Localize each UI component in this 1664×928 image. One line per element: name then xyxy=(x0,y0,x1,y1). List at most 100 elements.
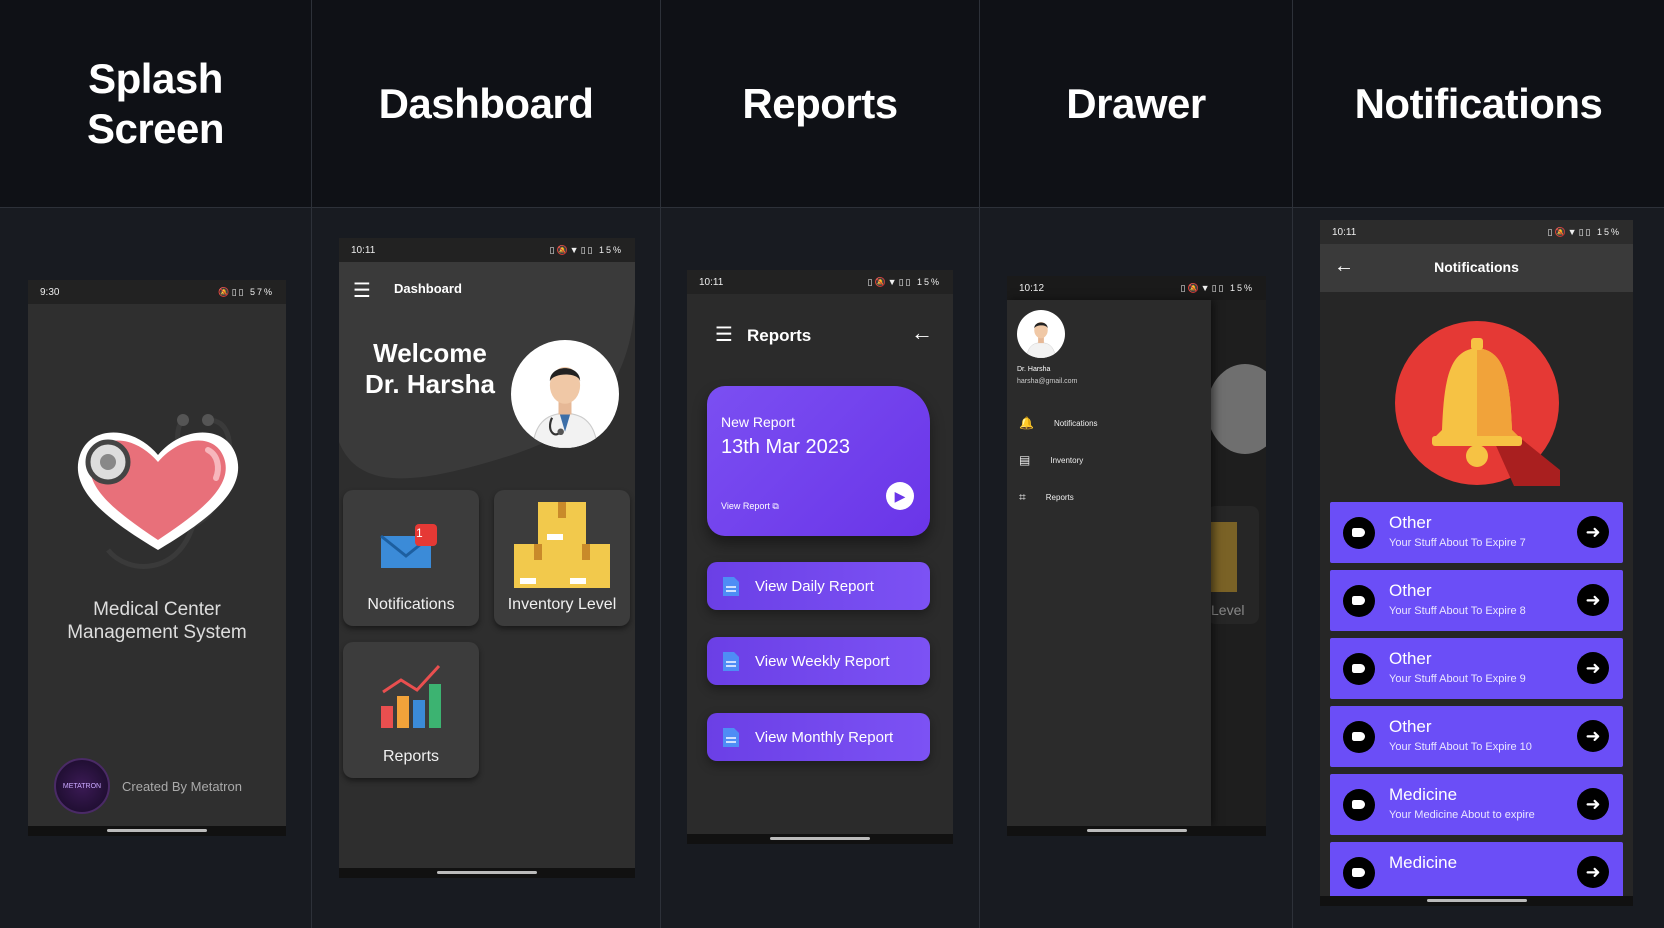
drawer-column: Drawer 10:12 ▯🔕▼▯▯ 15% Level Dr. Harsha … xyxy=(980,0,1293,928)
notifications-phone: 10:11 ▯🔕▼▯▯ 15% ← Notifications OtherYo xyxy=(1320,220,1633,906)
report-date: 13th Mar 2023 xyxy=(721,436,850,458)
notification-badge: 1 xyxy=(416,526,423,540)
status-time: 9:30 xyxy=(40,286,60,298)
status-battery: 15% xyxy=(1596,226,1621,237)
dimmed-avatar xyxy=(1207,364,1266,454)
arrow-right-icon[interactable]: ➜ xyxy=(1577,652,1609,684)
notification-title: Other xyxy=(1389,581,1432,600)
status-battery: 57% xyxy=(249,286,274,297)
notification-card[interactable]: Other Your Stuff About To Expire 9 ➜ xyxy=(1330,638,1623,699)
tag-icon xyxy=(1343,653,1375,685)
notification-title: Other xyxy=(1389,513,1432,532)
metatron-logo: METATRON xyxy=(54,758,110,814)
button-label: View Monthly Report xyxy=(755,728,894,746)
monthly-report-button[interactable]: View Monthly Report xyxy=(707,713,930,761)
button-label: View Daily Report xyxy=(755,577,874,595)
bell-icon: 🔔 xyxy=(1019,416,1034,430)
daily-report-button[interactable]: View Daily Report xyxy=(707,562,930,610)
notification-card[interactable]: Medicine Your Medicine About to expire ➜ xyxy=(1330,774,1623,835)
notification-subtitle: Your Stuff About To Expire 8 xyxy=(1389,605,1526,617)
notifications-column: Notifications 10:11 ▯🔕▼▯▯ 15% ← Notifica… xyxy=(1293,0,1664,928)
drawer-avatar xyxy=(1017,310,1065,358)
dimmed-box-icon xyxy=(1207,522,1237,592)
view-report-text: View Report xyxy=(721,501,770,511)
notification-card[interactable]: Other Your Stuff About To Expire 7 ➜ xyxy=(1330,502,1623,563)
dimmed-tile: Level xyxy=(1207,506,1259,624)
welcome-text: Welcome Dr. Harsha xyxy=(355,338,505,400)
drawer-item-label: Reports xyxy=(1045,493,1074,502)
notifications-tile[interactable]: 1 Notifications xyxy=(343,490,479,626)
welcome-line: Welcome xyxy=(373,338,487,368)
status-bar: 10:12 ▯🔕▼▯▯ 15% xyxy=(1007,276,1266,300)
bar-chart-icon xyxy=(381,664,441,728)
creator-row: METATRON Created By Metatron xyxy=(54,758,242,814)
status-time: 10:11 xyxy=(351,244,376,256)
notification-subtitle: Your Stuff About To Expire 9 xyxy=(1389,673,1526,685)
dimmed-label: Level xyxy=(1211,602,1245,618)
menu-icon[interactable]: ☰ xyxy=(715,322,733,347)
notification-card[interactable]: Other Your Stuff About To Expire 10 ➜ xyxy=(1330,706,1623,767)
boxes-icon xyxy=(514,502,610,588)
weekly-report-button[interactable]: View Weekly Report xyxy=(707,637,930,685)
navigation-drawer: Dr. Harsha harsha@gmail.com 🔔 Notificatio… xyxy=(1007,300,1211,826)
notification-card[interactable]: Medicine ➜ xyxy=(1330,842,1623,903)
gesture-bar xyxy=(687,834,953,844)
notifications-body: 10:11 ▯🔕▼▯▯ 15% ← Notifications OtherYo xyxy=(1293,208,1664,928)
dashboard-header: Dashboard xyxy=(312,0,660,208)
status-bar: 10:11 ▯🔕▼▯▯ 15% xyxy=(1320,220,1633,244)
status-icons: 🔕▯▯ 57% xyxy=(218,286,274,297)
envelope-icon xyxy=(380,524,437,568)
appbar-title: Reports xyxy=(747,326,812,345)
gesture-bar xyxy=(1320,896,1633,906)
splash-column: Splash Screen 9:30 🔕▯▯ 57% Medical Cente… xyxy=(0,0,312,928)
reports-column: Reports 10:11 ▯🔕▼▯▯ 15% ☰ Reports ← New … xyxy=(661,0,980,928)
drawer-item-notifications[interactable]: 🔔 Notifications xyxy=(1019,416,1098,430)
status-icons: ▯🔕▼▯▯ 15% xyxy=(1180,282,1254,293)
drawer-body: 10:12 ▯🔕▼▯▯ 15% Level Dr. Harsha harsha@… xyxy=(980,208,1292,928)
back-arrow-icon[interactable]: ← xyxy=(911,320,933,346)
external-link-icon: ⧉ xyxy=(772,501,779,511)
reports-phone: 10:11 ▯🔕▼▯▯ 15% ☰ Reports ← New Report 1… xyxy=(687,270,953,844)
notification-subtitle: Your Medicine About to expire xyxy=(1389,809,1535,821)
arrow-right-icon[interactable]: ➜ xyxy=(1577,584,1609,616)
card-label: New Report xyxy=(721,414,795,430)
drawer-item-inventory[interactable]: ▤ Inventory xyxy=(1019,453,1083,467)
status-time: 10:11 xyxy=(1332,226,1357,238)
status-bar: 9:30 🔕▯▯ 57% xyxy=(28,280,286,304)
doctor-avatar xyxy=(511,340,619,448)
splash-header: Splash Screen xyxy=(0,0,311,208)
document-icon xyxy=(723,727,739,747)
tag-icon xyxy=(1343,857,1375,889)
notifications-header: Notifications xyxy=(1293,0,1664,208)
status-icons: ▯🔕▼▯▯ 15% xyxy=(867,276,941,287)
drawer-phone: 10:12 ▯🔕▼▯▯ 15% Level Dr. Harsha harsha@… xyxy=(1007,276,1266,836)
arrow-right-icon[interactable]: ➜ xyxy=(1577,788,1609,820)
status-bar: 10:11 ▯🔕▼▯▯ 15% xyxy=(339,238,635,262)
tag-icon xyxy=(1343,789,1375,821)
arrow-right-icon[interactable]: ➜ xyxy=(1577,720,1609,752)
appbar-title: Dashboard xyxy=(394,281,462,296)
dashboard-header-text: Dashboard xyxy=(378,79,594,127)
splash-header-text: Splash Screen xyxy=(86,54,225,152)
menu-icon[interactable]: ☰ xyxy=(353,278,371,303)
reports-tile[interactable]: Reports xyxy=(343,642,479,778)
arrow-right-icon[interactable]: ➜ xyxy=(1577,516,1609,548)
gesture-bar xyxy=(339,868,635,878)
notifications-header-text: Notifications xyxy=(1354,79,1603,127)
drawer-header-text: Drawer xyxy=(1066,79,1206,127)
dashboard-column: Dashboard 10:11 ▯🔕▼▯▯ 15% ☰ Dashboard We… xyxy=(312,0,661,928)
drawer-header: Drawer xyxy=(980,0,1292,208)
drawer-item-reports[interactable]: ⌗ Reports xyxy=(1019,490,1074,505)
notification-card[interactable]: Other Your Stuff About To Expire 8 ➜ xyxy=(1330,570,1623,631)
play-icon[interactable]: ▶ xyxy=(886,482,914,510)
app-bar: ← Notifications xyxy=(1320,244,1633,292)
tile-label: Inventory Level xyxy=(507,596,617,613)
appbar-title: Notifications xyxy=(1434,259,1519,275)
button-label: View Weekly Report xyxy=(755,652,890,670)
new-report-card[interactable]: New Report 13th Mar 2023 View Report ⧉ ▶ xyxy=(707,386,930,536)
view-report-link[interactable]: View Report ⧉ xyxy=(721,501,779,512)
inventory-tile[interactable]: Inventory Level xyxy=(494,490,630,626)
archive-icon: ▤ xyxy=(1019,453,1031,467)
status-icons: ▯🔕▼▯▯ 15% xyxy=(549,244,623,255)
arrow-right-icon[interactable]: ➜ xyxy=(1577,856,1609,888)
